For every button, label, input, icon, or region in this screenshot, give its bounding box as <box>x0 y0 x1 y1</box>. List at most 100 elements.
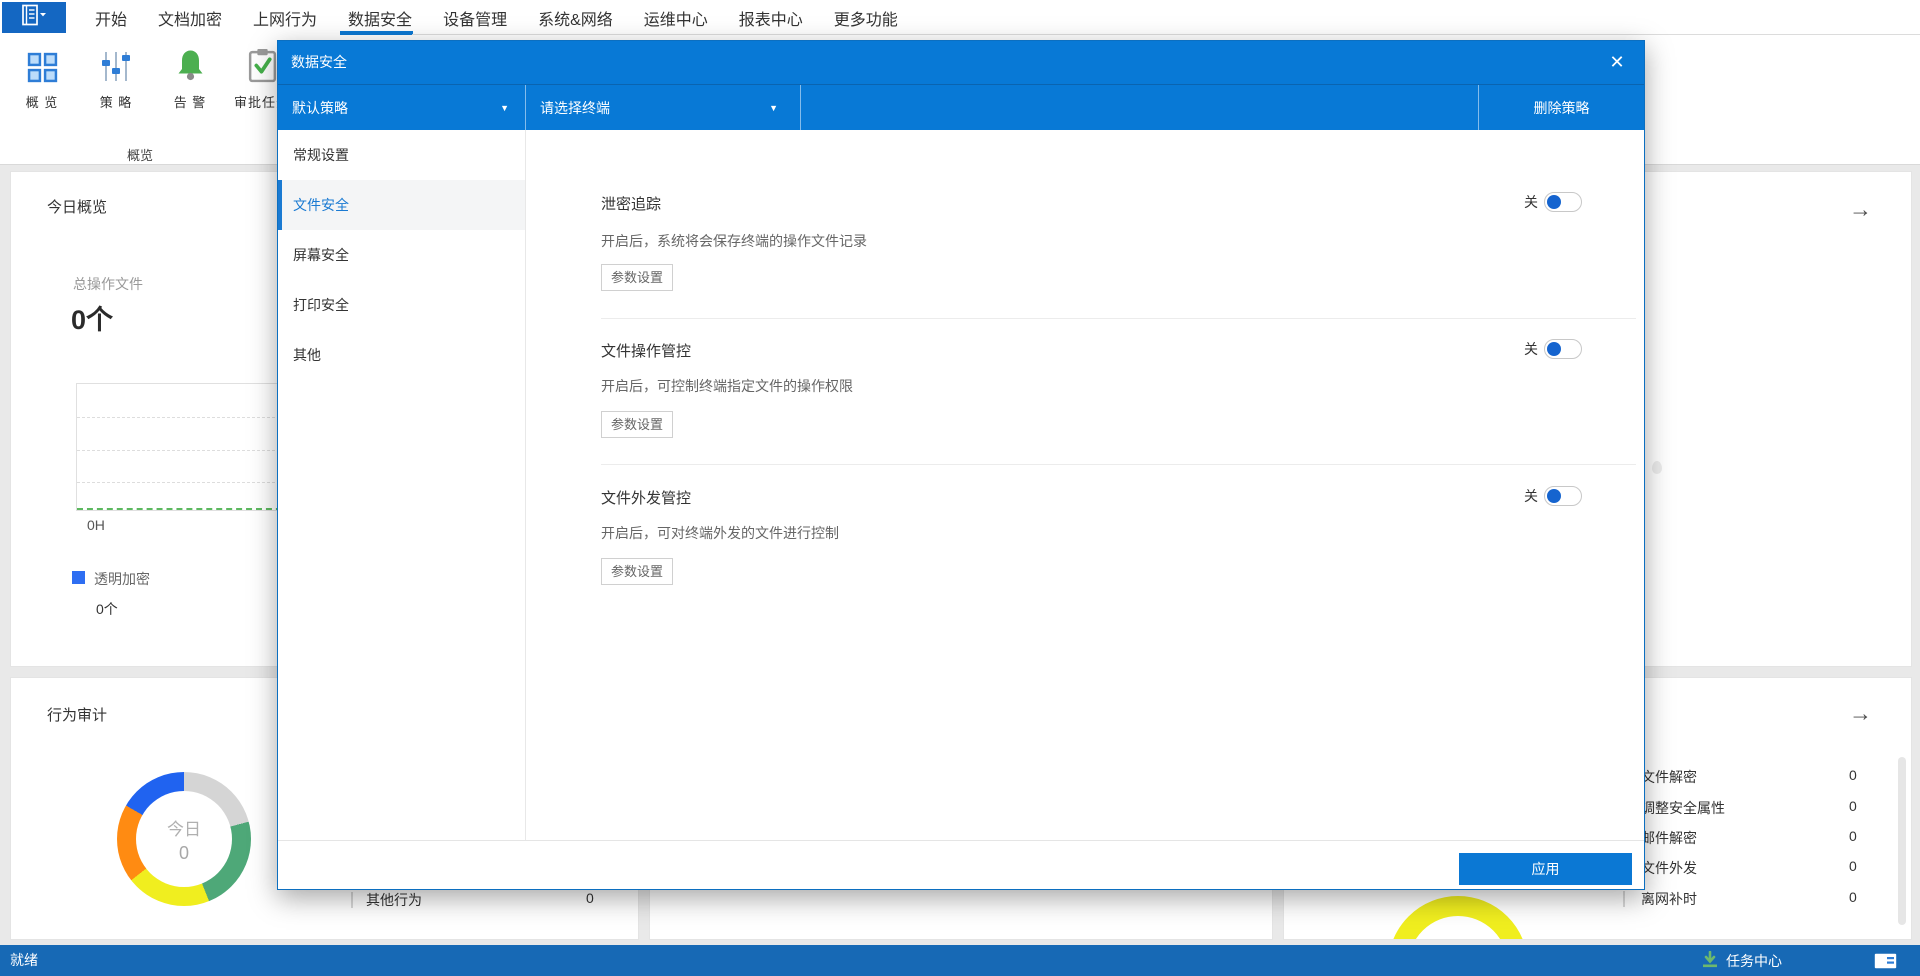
row-value: 0 <box>1849 798 1857 814</box>
row-value: 0 <box>1849 889 1857 905</box>
row-divider <box>1623 891 1625 907</box>
mail-icon[interactable] <box>1874 953 1897 974</box>
modal-title: 数据安全 <box>291 54 347 70</box>
row-label: 邮件解密 <box>1641 830 1697 846</box>
menu-item-web-behavior[interactable]: 上网行为 <box>253 6 317 30</box>
footer-divider <box>278 840 1644 841</box>
section-divider <box>601 464 1636 465</box>
toggle-switch[interactable] <box>1544 339 1582 359</box>
toggle-switch[interactable] <box>1544 486 1582 506</box>
nav-item-general[interactable]: 常规设置 <box>278 130 525 180</box>
toggle-state-label: 关 <box>1524 488 1538 504</box>
close-icon[interactable]: ✕ <box>1604 41 1630 84</box>
policy-dropdown[interactable]: 默认策略 ▼ <box>278 85 526 131</box>
menu-item-start[interactable]: 开始 <box>95 6 127 30</box>
menu-item-report-center[interactable]: 报表中心 <box>739 6 803 30</box>
toggle-knob <box>1547 342 1561 356</box>
toggle-state-label: 关 <box>1524 341 1538 357</box>
modal-toolbar: 默认策略 ▼ 请选择终端 ▼ 删除策略 <box>278 84 1644 131</box>
section-description: 开启后，可对终端外发的文件进行控制 <box>601 525 839 541</box>
ribbon-group-label: 概览 <box>126 148 153 163</box>
row-divider <box>351 892 353 908</box>
chevron-down-icon: ▼ <box>769 103 778 113</box>
menu-item-data-security[interactable]: 数据安全 <box>348 6 412 30</box>
row-label: 文件解密 <box>1641 769 1697 785</box>
tool-label: 告 警 <box>173 95 207 110</box>
row-label: 其他行为 <box>366 892 422 908</box>
legend-label: 透明加密 <box>94 571 150 587</box>
menu-item-more[interactable]: 更多功能 <box>834 6 898 30</box>
nav-item-other[interactable]: 其他 <box>278 330 525 380</box>
list-scrollbar[interactable] <box>1898 757 1906 925</box>
card-title: 行为审计 <box>47 707 108 724</box>
toggle-knob <box>1547 489 1561 503</box>
section-description: 开启后，可控制终端指定文件的操作权限 <box>601 378 853 394</box>
modal-title-bar: 数据安全 ✕ <box>278 41 1644 84</box>
section-divider <box>601 318 1636 319</box>
status-ready-text: 就绪 <box>10 952 38 968</box>
file-operation-toggle[interactable]: 关 <box>1524 339 1582 359</box>
tool-label: 概 览 <box>25 95 59 110</box>
section-title: 文件操作管控 <box>601 343 692 360</box>
partial-donut <box>1388 896 1528 939</box>
terminal-dropdown[interactable]: 请选择终端 ▼ <box>526 85 801 131</box>
main-menu: 开始 文档加密 上网行为 数据安全 设备管理 系统&网络 运维中心 报表中心 更… <box>95 0 898 35</box>
menu-item-doc-encrypt[interactable]: 文档加密 <box>158 6 222 30</box>
toggle-switch[interactable] <box>1544 192 1582 212</box>
alert-bell-icon <box>158 43 222 83</box>
stat-label: 总操作文件 <box>73 276 143 292</box>
section-title: 泄密追踪 <box>601 196 662 213</box>
menu-item-ops-center[interactable]: 运维中心 <box>644 6 708 30</box>
arrow-right-icon[interactable]: → <box>1849 198 1872 221</box>
legend-value: 0个 <box>96 601 118 617</box>
nav-item-file-security[interactable]: 文件安全 <box>278 180 525 230</box>
policy-sliders-icon <box>84 43 148 83</box>
tool-label: 策 略 <box>99 95 133 110</box>
nav-item-print-security[interactable]: 打印安全 <box>278 280 525 330</box>
overview-grid-icon <box>10 43 74 83</box>
stat-value: 0个 <box>71 305 114 335</box>
toggle-knob <box>1547 195 1561 209</box>
behavior-donut: 今日 0 <box>117 772 251 906</box>
task-center-button[interactable]: 任务中心 <box>1701 945 1782 976</box>
param-settings-button[interactable]: 参数设置 <box>601 264 673 291</box>
terminal-dropdown-value: 请选择终端 <box>540 100 610 116</box>
param-settings-button[interactable]: 参数设置 <box>601 411 673 438</box>
ribbon-tool-alert[interactable]: 告 警 <box>158 43 222 119</box>
background-pin-artifact <box>1652 461 1662 474</box>
row-label: 调整安全属性 <box>1641 800 1725 816</box>
legend-swatch <box>72 571 85 584</box>
row-value: 0 <box>1849 828 1857 844</box>
modal-nav: 常规设置 文件安全 屏幕安全 打印安全 其他 <box>278 130 526 840</box>
menu-item-system-network[interactable]: 系统&网络 <box>538 6 613 30</box>
download-icon <box>1701 950 1719 971</box>
ribbon-tool-policy[interactable]: 策 略 <box>84 43 148 119</box>
menu-bar: 开始 文档加密 上网行为 数据安全 设备管理 系统&网络 运维中心 报表中心 更… <box>0 0 1920 35</box>
arrow-right-icon[interactable]: → <box>1849 702 1872 725</box>
ribbon-tool-overview[interactable]: 概 览 <box>10 43 74 119</box>
task-center-label: 任务中心 <box>1726 952 1782 969</box>
apply-button[interactable]: 应用 <box>1459 853 1632 885</box>
donut-center: 今日 0 <box>136 791 232 887</box>
delete-policy-button[interactable]: 删除策略 <box>1478 85 1644 131</box>
chevron-down-icon: ▼ <box>500 103 509 113</box>
param-settings-button[interactable]: 参数设置 <box>601 558 673 585</box>
row-value: 0 <box>1849 767 1857 783</box>
card-title: 今日概览 <box>47 199 108 216</box>
leak-trace-toggle[interactable]: 关 <box>1524 192 1582 212</box>
toggle-state-label: 关 <box>1524 194 1538 210</box>
row-value: 0 <box>1849 858 1857 874</box>
app-menu-button[interactable] <box>2 2 66 33</box>
menu-item-device-mgmt[interactable]: 设备管理 <box>443 6 507 30</box>
donut-center-value: 0 <box>178 842 189 863</box>
data-security-modal: 数据安全 ✕ 默认策略 ▼ 请选择终端 ▼ 删除策略 常规设置 文件安全 屏幕安… <box>277 40 1645 890</box>
nav-item-screen-security[interactable]: 屏幕安全 <box>278 230 525 280</box>
modal-content: 泄密追踪 关 开启后，系统将会保存终端的操作文件记录 参数设置 文件操作管控 关… <box>526 130 1646 840</box>
status-bar: 就绪 任务中心 <box>0 945 1920 976</box>
file-outgoing-toggle[interactable]: 关 <box>1524 486 1582 506</box>
section-description: 开启后，系统将会保存终端的操作文件记录 <box>601 233 867 249</box>
row-label: 离网补时 <box>1641 891 1697 907</box>
section-title: 文件外发管控 <box>601 490 692 507</box>
x-axis-tick: 0H <box>87 517 105 533</box>
row-label: 文件外发 <box>1641 860 1697 876</box>
